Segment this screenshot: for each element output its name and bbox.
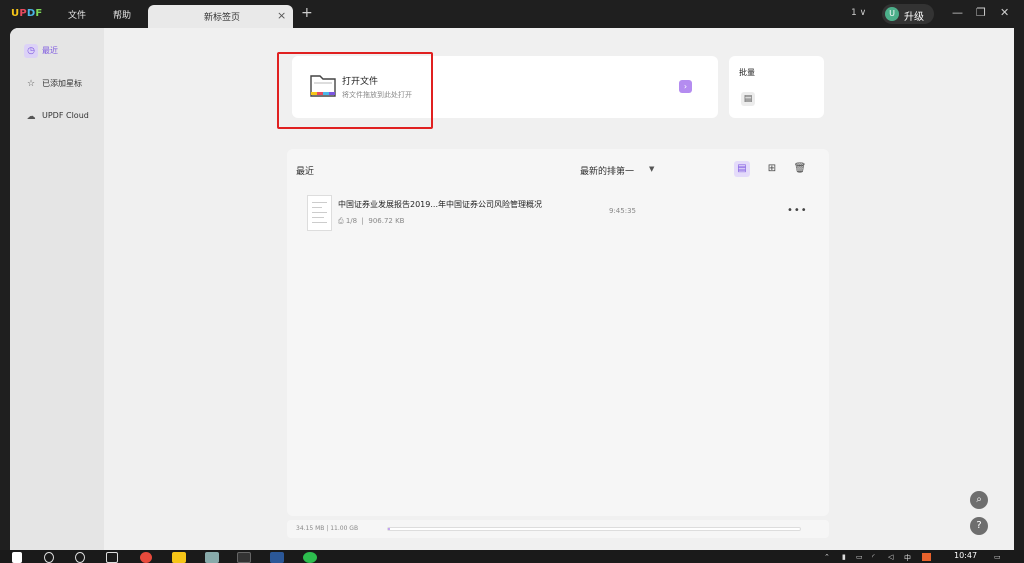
tab-title: 新标签页 xyxy=(204,13,241,23)
batch-print-icon[interactable]: ▤ xyxy=(741,92,755,106)
tab-new[interactable]: 新标签页 × xyxy=(148,5,293,28)
tray-app-icon[interactable] xyxy=(922,553,931,561)
trash-icon[interactable]: 🗑 xyxy=(792,161,808,177)
volume-icon[interactable]: ◁ xyxy=(888,553,893,561)
file-name: 中国证券业发展报告2019...年中国证券公司风险管理概况 xyxy=(338,200,542,209)
search-icon[interactable]: ⌕ xyxy=(970,491,988,509)
list-item[interactable]: 中国证券业发展报告2019...年中国证券公司风险管理概况 ⎙ 1/8 | 90… xyxy=(307,193,817,233)
avatar: U xyxy=(885,7,899,21)
home-content: 打开文件 将文件拖放到此处打开 › 批量 ▤ 最近 最新的排第一 ▼ ▤ ⊞ 🗑… xyxy=(104,28,1014,550)
menu-file[interactable]: 文件 xyxy=(68,8,86,21)
sort-dropdown[interactable]: 最新的排第一 xyxy=(580,164,634,177)
word-icon[interactable] xyxy=(270,552,284,563)
file-thumbnail xyxy=(307,195,332,231)
taskbar: ⌃ ▮ ▭ ◜ ◁ 中 10:47 ▭ xyxy=(0,550,1024,563)
list-view-icon[interactable]: ▤ xyxy=(734,161,750,177)
chevron-down-icon[interactable]: ▼ xyxy=(649,165,654,173)
batch-card[interactable]: 批量 ▤ xyxy=(729,56,824,118)
restore-icon[interactable]: ❐ xyxy=(976,6,986,19)
sidebar-item-recent[interactable]: ◷ 最近 xyxy=(20,42,98,60)
updf-logo[interactable]: UPDF xyxy=(11,8,42,19)
storage-usage: 34.15 MB | 11.00 GB xyxy=(287,520,829,538)
chrome-icon[interactable] xyxy=(140,552,152,563)
app-icon[interactable] xyxy=(237,552,251,563)
sidebar-item-cloud[interactable]: ☁ UPDF Cloud xyxy=(20,108,98,126)
star-icon: ☆ xyxy=(26,79,36,89)
notification-icon[interactable]: ▭ xyxy=(994,553,1001,561)
app-icon[interactable] xyxy=(205,552,219,563)
clock[interactable]: 10:47 xyxy=(954,551,977,560)
tray-app-icon[interactable]: ▭ xyxy=(856,553,863,561)
sidebar-item-label: 已添加星标 xyxy=(42,79,82,88)
sidebar-item-label: UPDF Cloud xyxy=(42,111,89,120)
menu-help[interactable]: 帮助 xyxy=(113,8,131,21)
file-meta: ⎙ 1/8 | 906.72 KB xyxy=(338,217,405,225)
upgrade-label: 升级 xyxy=(904,12,924,23)
task-view-icon[interactable] xyxy=(106,552,118,563)
close-window-icon[interactable]: ✕ xyxy=(1000,6,1009,19)
file-explorer-icon[interactable] xyxy=(172,552,186,563)
sidebar: ◷ 最近 ☆ 已添加星标 ☁ UPDF Cloud xyxy=(10,28,104,550)
help-icon[interactable]: ? xyxy=(970,517,988,535)
file-time: 9:45:35 xyxy=(609,207,636,215)
cortana-icon[interactable] xyxy=(75,552,85,563)
search-taskbar-icon[interactable] xyxy=(44,552,54,563)
tab-close-icon[interactable]: × xyxy=(277,9,286,22)
sidebar-item-label: 最近 xyxy=(42,46,58,55)
title-bar: UPDF 文件 帮助 新标签页 × + 1 ∨ U 升级 — ❐ ✕ xyxy=(0,0,1024,28)
red-highlight-box xyxy=(277,52,433,129)
storage-progress-bar xyxy=(387,527,801,531)
recent-heading: 最近 xyxy=(296,167,315,177)
tray-app-icon[interactable]: ▮ xyxy=(842,553,846,561)
file-size: 906.72 KB xyxy=(368,217,405,225)
version-selector[interactable]: 1 ∨ xyxy=(851,8,866,18)
wechat-icon[interactable] xyxy=(303,552,317,563)
app-window: ◷ 最近 ☆ 已添加星标 ☁ UPDF Cloud 打开文件 将文件拖放到此处打… xyxy=(10,28,1014,550)
sidebar-item-starred[interactable]: ☆ 已添加星标 xyxy=(20,75,98,93)
add-tab-icon[interactable]: + xyxy=(301,5,313,21)
storage-text: 34.15 MB | 11.00 GB xyxy=(296,525,359,532)
upgrade-button[interactable]: U 升级 xyxy=(882,4,934,24)
ime-indicator[interactable]: 中 xyxy=(904,553,911,563)
network-icon[interactable]: ◜ xyxy=(872,553,875,561)
open-arrow-button[interactable]: › xyxy=(679,80,692,93)
batch-title: 批量 xyxy=(739,68,755,77)
recent-files-panel: 最近 最新的排第一 ▼ ▤ ⊞ 🗑 中国证券业发展报告2019...年中国证券公… xyxy=(287,149,829,516)
storage-progress-fill xyxy=(388,528,391,530)
clock-icon: ◷ xyxy=(24,44,38,58)
tray-chevron-icon[interactable]: ⌃ xyxy=(824,553,830,561)
windows-start-icon[interactable] xyxy=(12,552,22,563)
file-pages: 1/8 xyxy=(345,217,358,225)
minimize-icon[interactable]: — xyxy=(952,6,963,19)
cloud-icon: ☁ xyxy=(26,112,36,122)
more-options-icon[interactable]: ••• xyxy=(787,205,808,216)
grid-view-icon[interactable]: ⊞ xyxy=(764,161,780,177)
